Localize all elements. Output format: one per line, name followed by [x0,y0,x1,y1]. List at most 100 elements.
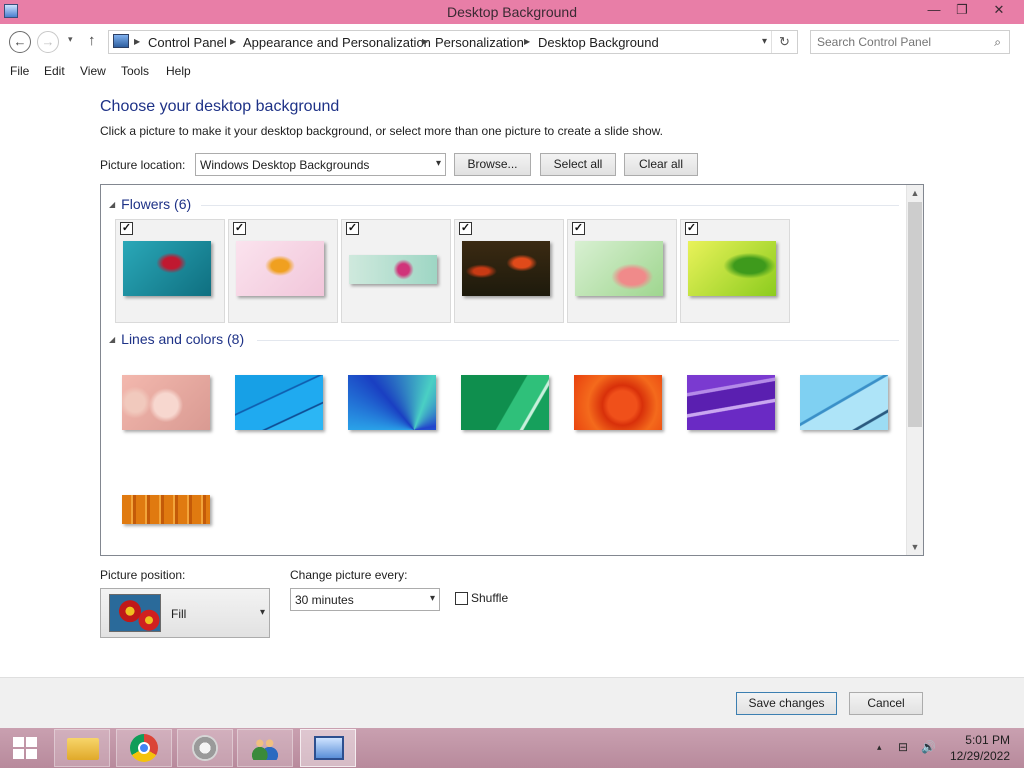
speaker-taskbar-button[interactable] [177,729,233,767]
address-bar[interactable]: ▶ Control Panel ▶ Appearance and Persona… [108,30,798,54]
picture-tile[interactable]: ✓ [454,219,564,323]
group-name: Flowers (6) [121,196,192,212]
window-title: Desktop Background [447,4,577,20]
picture-tile[interactable] [115,474,225,555]
scroll-down-button[interactable]: ▼ [907,539,923,555]
menu-help[interactable]: Help [166,64,191,78]
picture-location-value: Windows Desktop Backgrounds [200,158,370,172]
shuffle-label[interactable]: Shuffle [471,591,508,605]
picture-tile[interactable]: ✓ [341,219,451,323]
browse-button[interactable]: Browse... [454,153,531,176]
picture-position-value: Fill [171,607,187,621]
breadcrumb-desktop-background[interactable]: Desktop Background [538,35,659,50]
show-hidden-icons-button[interactable]: ▴ [877,742,882,753]
chrome-icon [130,734,158,762]
search-icon[interactable]: ⌕ [994,35,1001,50]
change-interval-select[interactable]: 30 minutes ▾ [290,588,440,611]
picture-checkbox[interactable]: ✓ [120,222,133,235]
breadcrumb-separator[interactable]: ▶ [524,37,530,46]
picture-tile[interactable]: ✓ [228,219,338,323]
picture-tile[interactable]: ✓ [115,219,225,323]
breadcrumb-separator[interactable]: ▶ [422,37,428,46]
search-input[interactable] [817,34,987,50]
volume-icon[interactable]: 🔊 [921,740,936,754]
change-interval-value: 30 minutes [295,593,354,607]
picture-position-select[interactable]: Fill ▾ [100,588,270,638]
speaker-icon [192,735,218,761]
picture-checkbox[interactable]: ✓ [233,222,246,235]
picture-tile[interactable] [454,354,564,458]
windows-logo-icon [13,737,37,759]
breadcrumb-separator[interactable]: ▶ [230,37,236,46]
search-box[interactable]: ⌕ [810,30,1010,54]
address-dropdown-button[interactable]: ▾ [762,36,767,47]
picture-tile[interactable] [793,354,903,458]
breadcrumb-control-panel[interactable]: Control Panel [148,35,227,50]
shuffle-checkbox[interactable] [455,592,468,605]
up-button[interactable]: ↑ [88,32,96,49]
clear-all-button[interactable]: Clear all [624,153,698,176]
picture-tile[interactable] [228,354,338,458]
position-preview-thumbnail [109,594,161,632]
picture-thumbnail [687,375,775,430]
minimize-button[interactable]: — [919,0,949,22]
group-header-flowers[interactable]: ◢ Flowers (6) [109,196,191,212]
file-explorer-taskbar-button[interactable] [54,729,110,767]
refresh-button[interactable]: ↻ [771,31,797,53]
select-all-button[interactable]: Select all [540,153,616,176]
scroll-up-button[interactable]: ▲ [907,185,923,201]
start-button[interactable] [0,728,50,768]
picture-checkbox[interactable]: ✓ [685,222,698,235]
scrollbar-thumb[interactable] [908,202,922,427]
breadcrumb-separator[interactable]: ▶ [134,37,140,46]
forward-button[interactable]: → [37,31,59,53]
menu-file[interactable]: File [10,64,29,78]
group-divider [257,340,899,341]
menu-tools[interactable]: Tools [121,64,149,78]
clock-date[interactable]: 12/29/2022 [950,749,1010,763]
picture-location-select[interactable]: Windows Desktop Backgrounds ▾ [195,153,446,176]
breadcrumb-personalization[interactable]: Personalization [435,35,524,50]
dialog-footer: Save changes Cancel [0,677,1024,728]
save-changes-button[interactable]: Save changes [736,692,837,715]
picture-tile[interactable] [680,354,790,458]
cancel-button[interactable]: Cancel [849,692,923,715]
menu-bar: File Edit View Tools Help [0,60,1024,82]
picture-tile[interactable]: ✓ [567,219,677,323]
page-description: Click a picture to make it your desktop … [100,124,663,138]
collapse-icon[interactable]: ◢ [109,200,115,209]
title-bar: Desktop Background — ❐ ✕ [0,0,1024,24]
group-divider [201,205,899,206]
collapse-icon[interactable]: ◢ [109,335,115,344]
picture-thumbnail [236,241,324,296]
taskbar: ▴ ⊟ 🔊 5:01 PM 12/29/2022 [0,728,1024,768]
picture-tile[interactable]: ✓ [680,219,790,323]
menu-edit[interactable]: Edit [44,64,65,78]
restore-button[interactable]: ❐ [947,0,977,22]
control-panel-taskbar-button[interactable] [300,729,356,767]
breadcrumb-appearance[interactable]: Appearance and Personalization [243,35,431,50]
picture-checkbox[interactable]: ✓ [346,222,359,235]
group-header-lines-and-colors[interactable]: ◢ Lines and colors (8) [109,331,244,347]
picture-thumbnail [122,495,210,524]
group-name: Lines and colors (8) [121,331,245,347]
folder-icon [67,738,99,760]
picture-tile[interactable] [115,354,225,458]
picture-checkbox[interactable]: ✓ [572,222,585,235]
menu-view[interactable]: View [80,64,106,78]
picture-checkbox[interactable]: ✓ [459,222,472,235]
network-icon[interactable]: ⊟ [898,740,908,754]
vertical-scrollbar[interactable]: ▲ ▼ [906,185,923,555]
close-button[interactable]: ✕ [981,0,1017,22]
network-people-taskbar-button[interactable] [237,729,293,767]
picture-tile[interactable] [341,354,451,458]
recent-locations-button[interactable]: ▾ [68,34,73,45]
chrome-taskbar-button[interactable] [116,729,172,767]
picture-tile[interactable] [567,354,677,458]
picture-list[interactable]: ◢ Flowers (6) ✓ ✓ ✓ ✓ ✓ ✓ ◢ Lines and colo… [100,184,924,556]
chevron-down-icon: ▾ [259,607,265,618]
picture-thumbnail [462,241,550,296]
clock-time[interactable]: 5:01 PM [965,733,1010,747]
picture-thumbnail [800,375,888,430]
back-button[interactable]: ← [9,31,31,53]
